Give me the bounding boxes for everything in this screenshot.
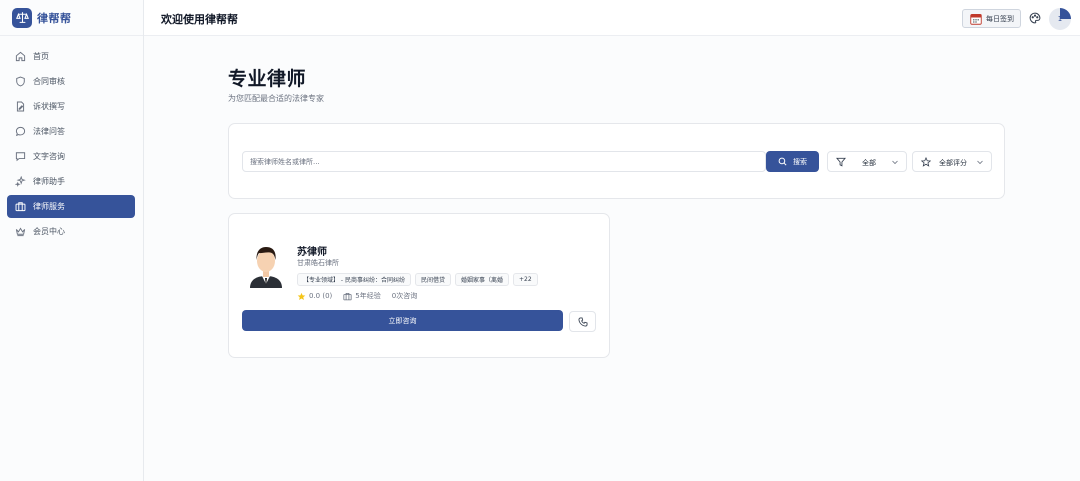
sidebar-item-label: 首页	[33, 52, 49, 61]
specialty-tag: 民间借贷	[414, 273, 451, 286]
daily-checkin-button[interactable]: 每日签到	[962, 9, 1021, 28]
chevron-down-icon	[892, 160, 898, 165]
specialty-tag: 婚姻家事（离婚	[455, 273, 510, 286]
message-square-icon	[14, 151, 26, 163]
top-header: 欢迎使用律帮帮 每日签到 1	[144, 0, 1080, 36]
lawyer-name: 苏律师	[297, 247, 327, 258]
scales-icon	[12, 7, 32, 28]
specialty-tag: 【专业领域】 - 民商事纠纷：合同纠纷	[297, 273, 411, 286]
star-outline-icon	[921, 157, 931, 167]
sidebar-item-contract-review[interactable]: 合同审核	[7, 70, 135, 93]
page-subtitle: 为您匹配最合适的法律专家	[228, 94, 324, 103]
area-filter-select[interactable]: 全部	[827, 151, 907, 172]
sidebar-item-lawyer-assistant[interactable]: 律师助手	[7, 170, 135, 193]
sidebar-item-text-consult[interactable]: 文字咨询	[7, 145, 135, 168]
sidebar-item-label: 文字咨询	[33, 152, 65, 161]
area-filter-value: 全部	[862, 159, 876, 167]
search-input[interactable]: 搜索律师姓名或律所...	[242, 151, 766, 172]
specialty-tags: 【专业领域】 - 民商事纠纷：合同纠纷 民间借贷 婚姻家事（离婚 +22	[297, 273, 542, 286]
sparkles-icon	[14, 176, 26, 188]
sidebar-item-label: 法律问答	[33, 127, 65, 136]
user-avatar[interactable]: 1	[1049, 8, 1071, 30]
chat-bubble-icon	[14, 126, 26, 138]
rating-stat: 0.0 (0)	[297, 292, 332, 301]
search-icon	[778, 157, 787, 166]
consult-now-button[interactable]: 立即咨询	[242, 310, 563, 331]
experience-value: 5年经验	[355, 292, 381, 300]
briefcase-icon	[343, 292, 352, 300]
sidebar-item-label: 合同审核	[33, 77, 65, 86]
sidebar: 律帮帮 首页 合同审核 诉状撰写 法律问答 文字咨询 律师助手 律师服务 会员中…	[0, 0, 144, 481]
search-panel: 搜索律师姓名或律所... 搜索 全部 全部评分	[228, 123, 1005, 199]
crown-icon	[14, 226, 26, 238]
briefcase-icon	[14, 201, 26, 213]
sidebar-item-member-center[interactable]: 会员中心	[7, 220, 135, 243]
sidebar-item-home[interactable]: 首页	[7, 45, 135, 68]
sidebar-item-lawyer-service[interactable]: 律师服务	[7, 195, 135, 218]
lawyer-avatar	[250, 247, 282, 288]
consultation-stat: 0次咨询	[392, 291, 417, 301]
header-title: 欢迎使用律帮帮	[161, 13, 238, 26]
chevron-down-icon	[977, 160, 983, 165]
lawyer-stats: 0.0 (0) 5年经验 0次咨询	[297, 291, 428, 301]
search-button-label: 搜索	[793, 157, 807, 166]
rating-value: 0.0 (0)	[309, 292, 333, 300]
brand[interactable]: 律帮帮	[0, 0, 143, 36]
lawyer-firm: 甘肃皓石律所	[297, 259, 339, 267]
more-tags-badge[interactable]: +22	[513, 273, 538, 286]
page-title: 专业律师	[228, 68, 307, 90]
lawyer-card: 苏律师 甘肃皓石律所 【专业领域】 - 民商事纠纷：合同纠纷 民间借贷 婚姻家事…	[228, 213, 610, 358]
experience-stat: 5年经验	[343, 291, 381, 301]
sidebar-item-label: 律师助手	[33, 177, 65, 186]
phone-icon	[577, 317, 587, 327]
sidebar-item-label: 律师服务	[33, 202, 65, 211]
palette-icon[interactable]	[1029, 12, 1041, 24]
rating-filter-value: 全部评分	[939, 159, 967, 167]
home-icon	[14, 51, 26, 63]
avatar-text: 1	[1057, 15, 1063, 23]
shield-icon	[14, 76, 26, 88]
star-icon	[297, 292, 306, 300]
sidebar-item-complaint-writing[interactable]: 诉状撰写	[7, 95, 135, 118]
filter-icon	[836, 157, 846, 167]
calendar-icon	[970, 13, 982, 25]
rating-filter-select[interactable]: 全部评分	[912, 151, 992, 172]
sidebar-item-legal-qa[interactable]: 法律问答	[7, 120, 135, 143]
sidebar-item-label: 诉状撰写	[33, 102, 65, 111]
phone-button[interactable]	[569, 311, 596, 332]
brand-name: 律帮帮	[37, 11, 72, 25]
consultation-count: 0次咨询	[391, 292, 418, 300]
file-edit-icon	[14, 101, 26, 113]
checkin-label: 每日签到	[986, 14, 1014, 23]
sidebar-item-label: 会员中心	[33, 227, 65, 236]
search-button[interactable]: 搜索	[766, 151, 819, 172]
sidebar-nav: 首页 合同审核 诉状撰写 法律问答 文字咨询 律师助手 律师服务 会员中心	[0, 36, 143, 243]
